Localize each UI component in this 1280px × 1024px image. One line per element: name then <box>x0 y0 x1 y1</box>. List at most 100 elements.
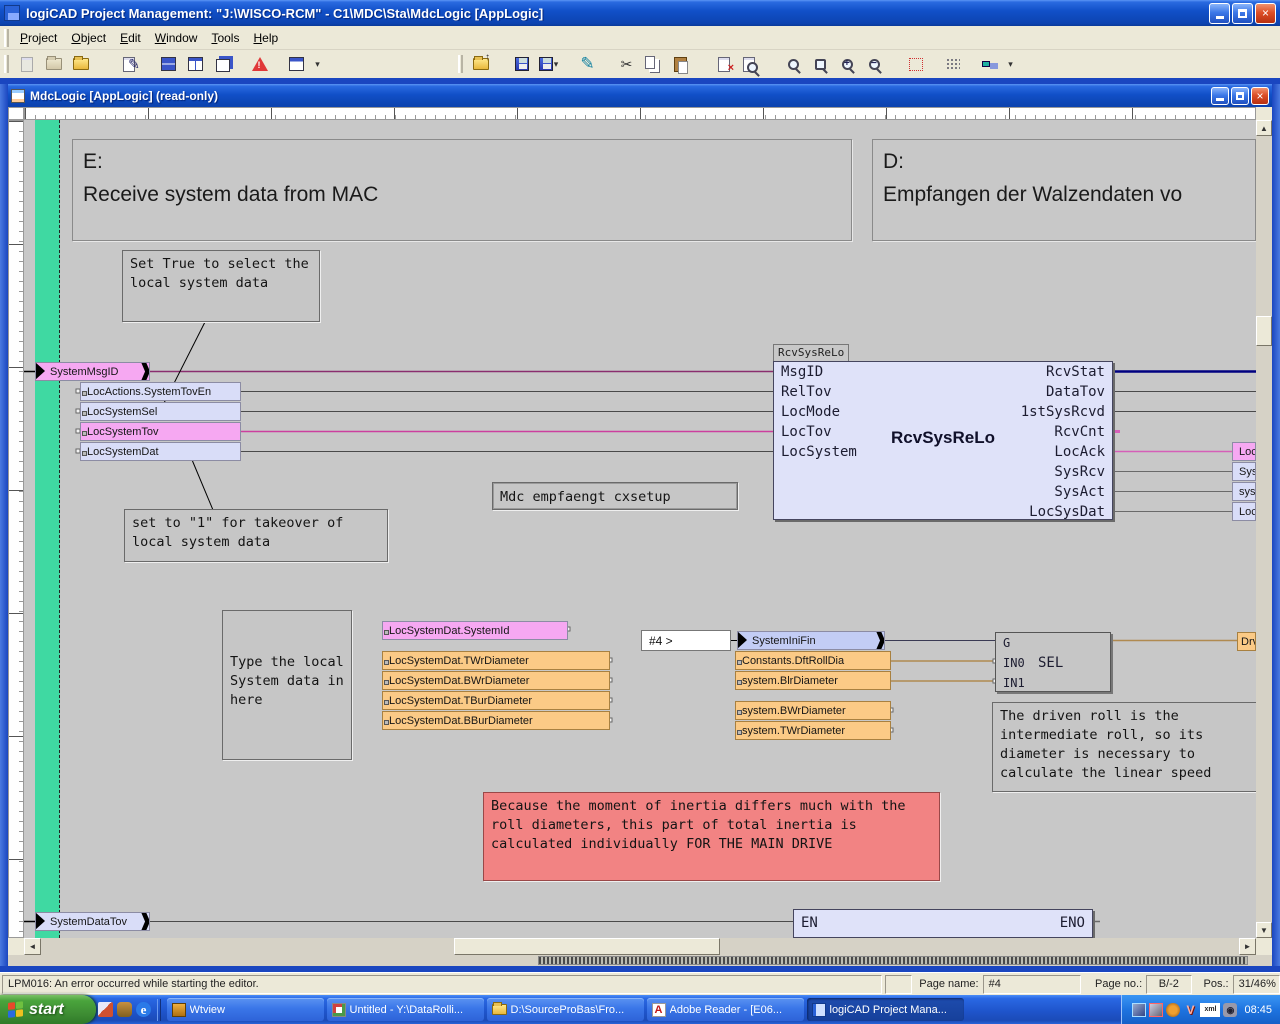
var-system-bwrdiameter[interactable]: system.BWrDiameter <box>735 701 891 720</box>
comment-mdc-empfaengt[interactable]: Mdc empfaengt cxsetup <box>492 482 738 510</box>
comment-type-here[interactable]: Type the local System data in here <box>222 610 352 760</box>
function-block-rcvsysrelo[interactable]: MsgID RelTov LocMode LocTov LocSystem Rc… <box>773 361 1113 520</box>
new-window-button[interactable] <box>284 52 309 76</box>
var-locsystemdat-bburdiameter[interactable]: LocSystemDat.BBurDiameter <box>382 711 610 730</box>
close-button[interactable]: × <box>1255 3 1276 24</box>
var-loc-system-tov[interactable]: LocSystemTov <box>80 422 241 441</box>
quick-launch-icon-1[interactable] <box>98 1002 113 1017</box>
error-list-icon: ! <box>252 57 268 71</box>
var-loc-actions-system-tov-en[interactable]: LocActions.SystemTovEn <box>80 382 241 401</box>
tray-xml-icon[interactable]: xml <box>1200 1003 1220 1017</box>
tray-computer-error-icon[interactable] <box>1149 1003 1163 1017</box>
tile-horizontal-button[interactable] <box>156 52 181 76</box>
quick-launch-ie-icon[interactable]: e <box>136 1002 151 1017</box>
vertical-scrollbar[interactable]: ▲ ▼ <box>1256 120 1272 938</box>
scroll-up-button[interactable]: ▲ <box>1256 120 1272 136</box>
zoom-page-button[interactable] <box>808 52 833 76</box>
var-loc-system-dat[interactable]: LocSystemDat <box>80 442 241 461</box>
copy-button[interactable] <box>641 52 666 76</box>
grid-button[interactable] <box>940 52 965 76</box>
input-flag-system-data-tov[interactable]: SystemDataTov <box>35 912 150 931</box>
menu-tools[interactable]: Tools <box>204 28 246 48</box>
fit-selection-button[interactable] <box>903 52 928 76</box>
comment-inertia[interactable]: Because the moment of inertia differs mu… <box>483 792 940 881</box>
input-flag-system-msg-id[interactable]: SystemMsgID <box>35 362 150 381</box>
var-drv-output[interactable]: DrvI <box>1237 632 1256 651</box>
input-flag-system-ini-fin[interactable]: SystemIniFin <box>737 631 885 650</box>
menu-edit[interactable]: Edit <box>113 28 148 48</box>
scroll-left-button[interactable]: ◄ <box>24 938 41 955</box>
child-window-right-border <box>1272 84 1280 972</box>
edit-mode-button[interactable]: ✎ <box>575 52 600 76</box>
var-right-syst[interactable]: syst <box>1232 482 1256 501</box>
scroll-down-button[interactable]: ▼ <box>1256 922 1272 938</box>
var-locsystemdat-bwrdiameter[interactable]: LocSystemDat.BWrDiameter <box>382 671 610 690</box>
diagram-canvas[interactable]: E: Receive system data from MAC D: Empfa… <box>24 120 1256 938</box>
var-right-loc-1[interactable]: Loc <box>1232 442 1256 461</box>
tray-audio-icon[interactable] <box>1166 1003 1180 1017</box>
save-as-button[interactable]: ▾ <box>536 52 561 76</box>
menu-object[interactable]: Object <box>64 28 113 48</box>
constant-literal[interactable]: #4 > <box>641 630 731 651</box>
child-maximize-button[interactable] <box>1231 87 1249 105</box>
menu-project[interactable]: Project <box>13 28 64 48</box>
zoom-out-button[interactable]: − <box>862 52 887 76</box>
properties-button[interactable]: ✎ <box>119 52 144 76</box>
parent-folder-button[interactable]: ↑ <box>468 52 493 76</box>
section-header-english[interactable]: E: Receive system data from MAC <box>72 139 852 241</box>
tile-vertical-button[interactable] <box>183 52 208 76</box>
task-wtview[interactable]: Wtview <box>167 998 324 1021</box>
var-loc-system-sel[interactable]: LocSystemSel <box>80 402 241 421</box>
function-block-tab[interactable]: RcvSysReLo <box>773 344 849 361</box>
comment-set-true[interactable]: Set True to select the local system data <box>122 250 320 322</box>
minimize-button[interactable] <box>1209 3 1230 24</box>
new-document-button[interactable] <box>14 52 39 76</box>
horizontal-scrollbar[interactable]: ◄ ► <box>24 938 1256 955</box>
child-minimize-button[interactable] <box>1211 87 1229 105</box>
var-system-blrdiameter[interactable]: system.BlrDiameter <box>735 671 891 690</box>
check-document-button[interactable] <box>738 52 763 76</box>
scroll-right-button[interactable]: ► <box>1239 938 1256 955</box>
var-locsystemdat-twrdiameter[interactable]: LocSystemDat.TWrDiameter <box>382 651 610 670</box>
task-explorer-folder[interactable]: D:\SourceProBas\Fro... <box>487 998 644 1021</box>
new-window-dropdown[interactable]: ▾ <box>311 52 323 76</box>
start-button[interactable]: start <box>0 995 96 1024</box>
connect-mode-button[interactable] <box>977 52 1002 76</box>
task-untitled[interactable]: Untitled - Y:\DataRolli... <box>327 998 484 1021</box>
task-logicad-active[interactable]: logiCAD Project Mana... <box>807 998 964 1021</box>
child-close-button[interactable]: × <box>1251 87 1269 105</box>
maximize-button[interactable] <box>1232 3 1253 24</box>
save-button[interactable] <box>509 52 534 76</box>
section-header-german[interactable]: D: Empfangen der Walzendaten vo <box>872 139 1256 241</box>
error-list-button[interactable]: ! <box>247 52 272 76</box>
sel-function-block[interactable]: G IN0 SEL IN1 <box>995 632 1111 692</box>
task-adobe-reader[interactable]: A Adobe Reader - [E06... <box>647 998 804 1021</box>
var-locsystemdat-tburdiameter[interactable]: LocSystemDat.TBurDiameter <box>382 691 610 710</box>
open-folder-button[interactable] <box>68 52 93 76</box>
comment-driven-roll[interactable]: The driven roll is the intermediate roll… <box>992 702 1256 792</box>
var-locsystemdat-systemid[interactable]: LocSystemDat.SystemId <box>382 621 568 640</box>
open-button[interactable] <box>41 52 66 76</box>
fb-input-reltov: RelTov <box>781 382 832 402</box>
cut-button[interactable]: ✂ <box>614 52 639 76</box>
tray-antivirus-icon[interactable]: V <box>1183 1003 1197 1017</box>
var-right-sys[interactable]: Sys <box>1232 462 1256 481</box>
delete-document-button[interactable]: × <box>711 52 736 76</box>
en-eno-block[interactable]: EN ENO <box>793 909 1093 938</box>
menu-help[interactable]: Help <box>246 28 285 48</box>
connect-mode-dropdown[interactable]: ▾ <box>1004 52 1016 76</box>
cascade-button[interactable] <box>210 52 235 76</box>
vertical-scroll-thumb[interactable] <box>1256 316 1272 346</box>
var-system-twrdiameter[interactable]: system.TWrDiameter <box>735 721 891 740</box>
comment-takeover[interactable]: set to "1" for takeover of local system … <box>124 509 388 562</box>
quick-launch-icon-2[interactable] <box>117 1002 132 1017</box>
paste-button[interactable] <box>668 52 693 76</box>
var-right-loc-2[interactable]: Loc <box>1232 502 1256 521</box>
zoom-selection-button[interactable] <box>781 52 806 76</box>
horizontal-scroll-thumb[interactable] <box>454 938 720 955</box>
tray-viewer-icon[interactable]: ◉ <box>1223 1003 1237 1017</box>
tray-network-icon[interactable] <box>1132 1003 1146 1017</box>
var-constants-dftrolldia[interactable]: Constants.DftRollDia <box>735 651 891 670</box>
zoom-in-button[interactable]: + <box>835 52 860 76</box>
menu-window[interactable]: Window <box>148 28 205 48</box>
